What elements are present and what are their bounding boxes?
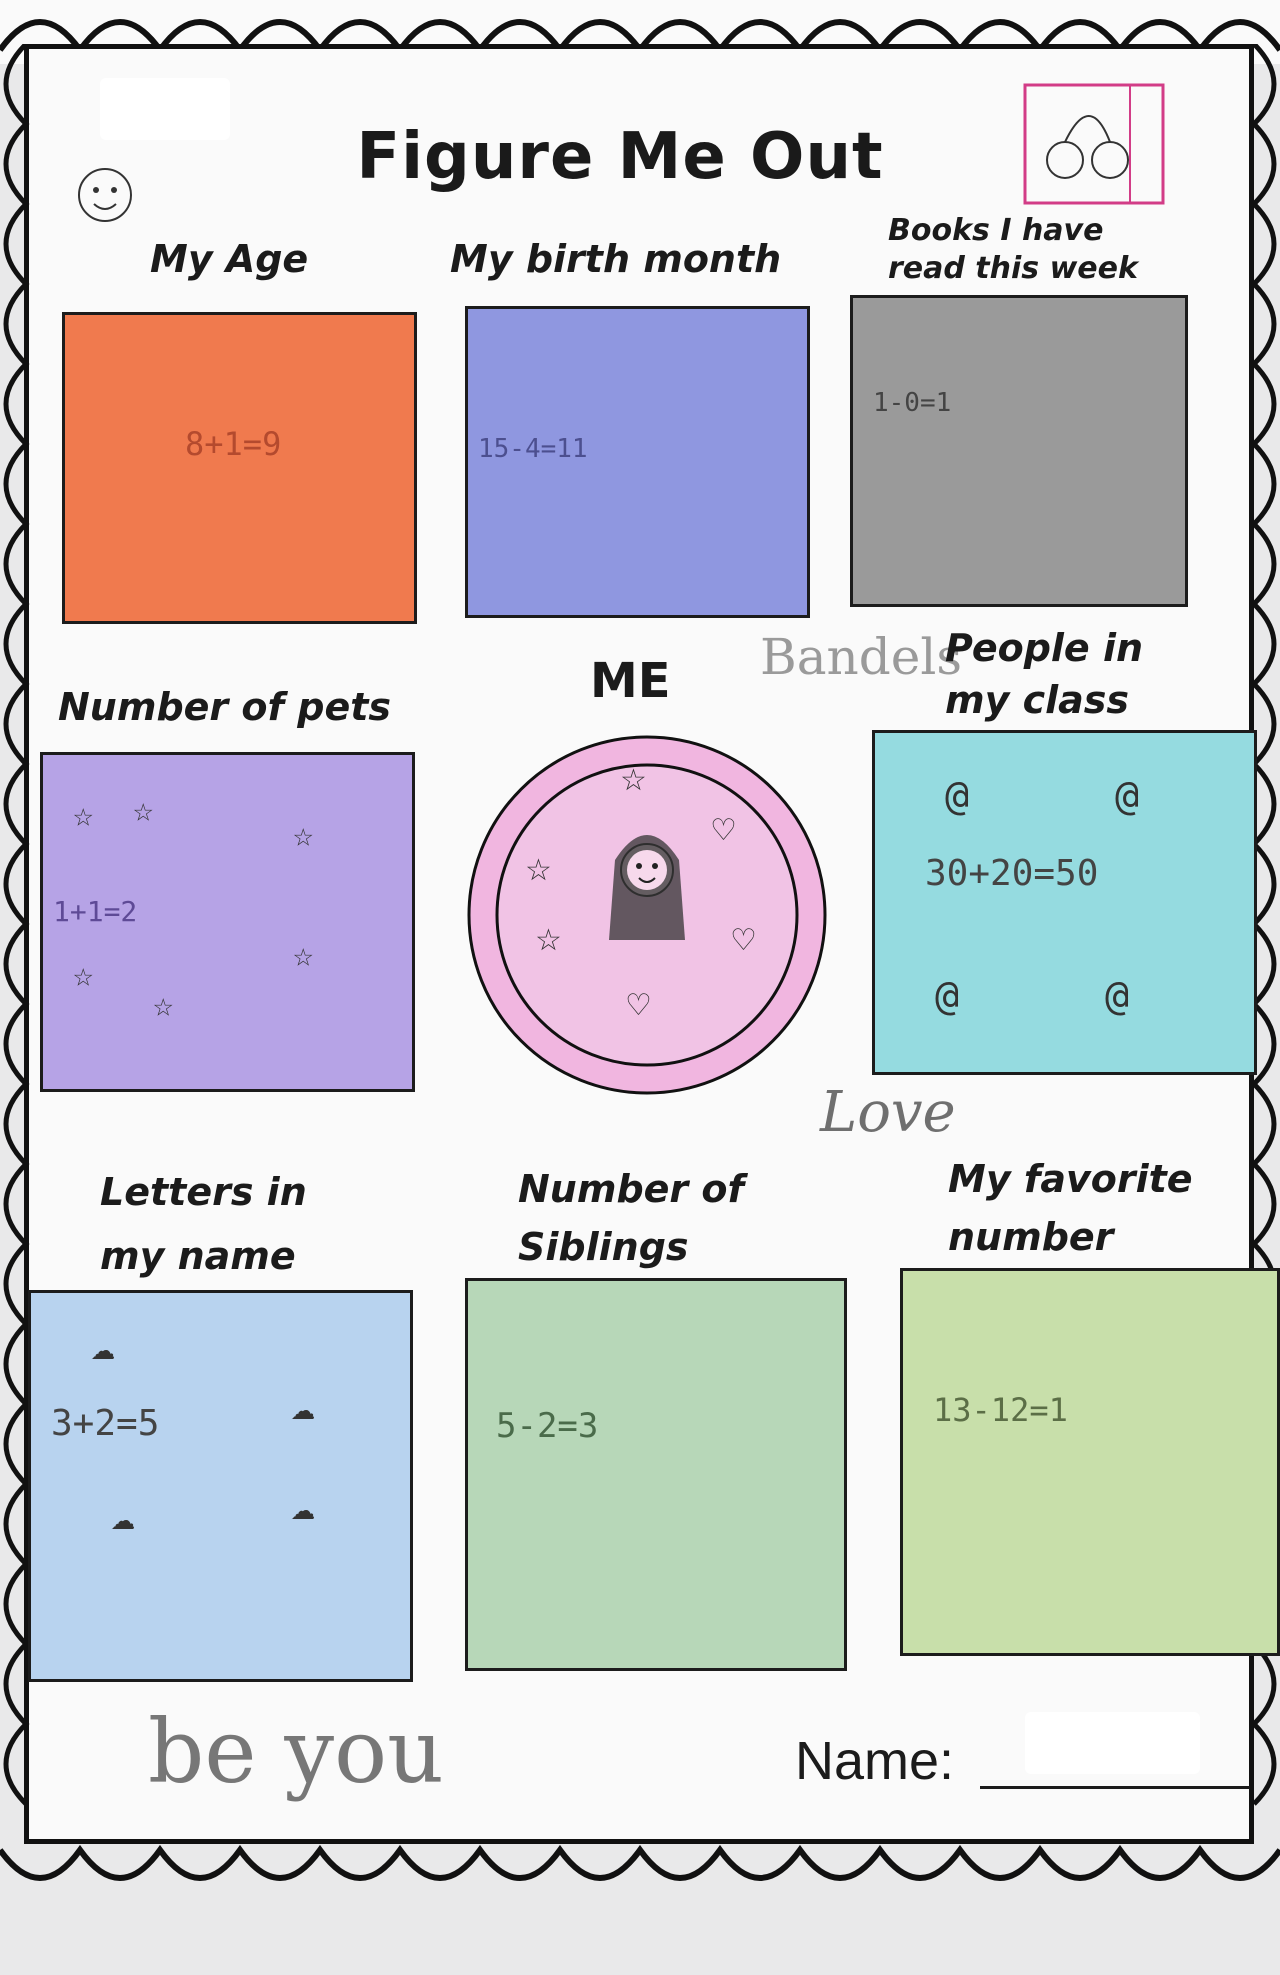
cloud-doodle: ☁ (111, 1493, 136, 1539)
box-birth-month: 15-4=11 (465, 306, 810, 618)
answer-number-of-pets: 1+1=2 (53, 895, 138, 928)
label-people-in-class: People in my class (945, 626, 1144, 722)
cherry-stamp-doodle (1023, 83, 1165, 205)
redacted-top-left (100, 78, 230, 140)
svg-text:♡: ♡ (730, 923, 757, 958)
name-label: Name: (795, 1731, 955, 1791)
label-my-age: My Age (150, 237, 309, 281)
box-favorite-number: 13-12=1 (900, 1268, 1280, 1656)
box-people-in-class: 30+20=50 @ @ @ @ (872, 730, 1257, 1075)
box-number-of-siblings: 5-2=3 (465, 1278, 847, 1671)
name-underline (980, 1786, 1250, 1789)
svg-text:♡: ♡ (625, 988, 652, 1023)
box-books-read: 1-0=1 (850, 295, 1188, 607)
center-me-label: ME (590, 653, 671, 709)
star-doodle: ☆ (73, 795, 94, 835)
me-portrait-circle: ☆ ☆ ☆ ♡ ♡ ♡ (467, 735, 827, 1095)
svg-text:☆: ☆ (620, 763, 647, 798)
redacted-name (1025, 1712, 1200, 1774)
label-number-of-siblings: Number of Siblings (518, 1167, 745, 1269)
cloud-doodle: ☁ (91, 1323, 116, 1369)
answer-my-age: 8+1=9 (185, 425, 282, 463)
swirl-doodle: @ (935, 973, 960, 1019)
cloud-doodle: ☁ (291, 1383, 316, 1429)
swirl-doodle: @ (1105, 973, 1130, 1019)
smiley-face-doodle (78, 168, 132, 222)
star-doodle: ☆ (293, 815, 314, 855)
answer-people-in-class: 30+20=50 (925, 853, 1099, 894)
scallop-border-bottom (0, 1844, 1280, 1881)
box-letters-in-name: 3+2=5 ☁ ☁ ☁ ☁ (28, 1290, 413, 1682)
star-doodle: ☆ (153, 985, 174, 1025)
label-number-of-pets: Number of pets (58, 685, 392, 729)
swirl-doodle: @ (1115, 773, 1140, 819)
star-doodle: ☆ (293, 935, 314, 975)
handwriting-be-you: be you (148, 1700, 444, 1803)
label-books-read: Books I have read this week (888, 213, 1138, 286)
page-title: Figure Me Out (356, 120, 884, 194)
answer-favorite-number: 13-12=1 (933, 1391, 1068, 1429)
worksheet-page: Figure Me Out My Age 8+1=9 My birth mont… (0, 0, 1280, 1975)
box-my-age: 8+1=9 (62, 312, 417, 624)
star-doodle: ☆ (73, 955, 94, 995)
answer-number-of-siblings: 5-2=3 (496, 1406, 599, 1446)
star-doodle: ☆ (133, 790, 154, 830)
svg-text:☆: ☆ (535, 923, 562, 958)
handwriting-love: Love (820, 1080, 956, 1145)
answer-birth-month: 15-4=11 (478, 434, 588, 464)
svg-text:☆: ☆ (525, 853, 552, 888)
handwriting-bandels: Bandels (760, 628, 963, 686)
cloud-doodle: ☁ (291, 1483, 316, 1529)
label-favorite-number: My favorite number (948, 1157, 1193, 1259)
answer-letters-in-name: 3+2=5 (51, 1403, 160, 1444)
answer-books-read: 1-0=1 (873, 388, 952, 418)
swirl-doodle: @ (945, 773, 970, 819)
box-number-of-pets: 1+1=2 ☆ ☆ ☆ ☆ ☆ ☆ (40, 752, 415, 1092)
scallop-border-left (3, 44, 30, 1806)
label-birth-month: My birth month (450, 237, 782, 281)
svg-text:♡: ♡ (710, 813, 737, 848)
label-letters-in-name: Letters in my name (100, 1170, 307, 1278)
